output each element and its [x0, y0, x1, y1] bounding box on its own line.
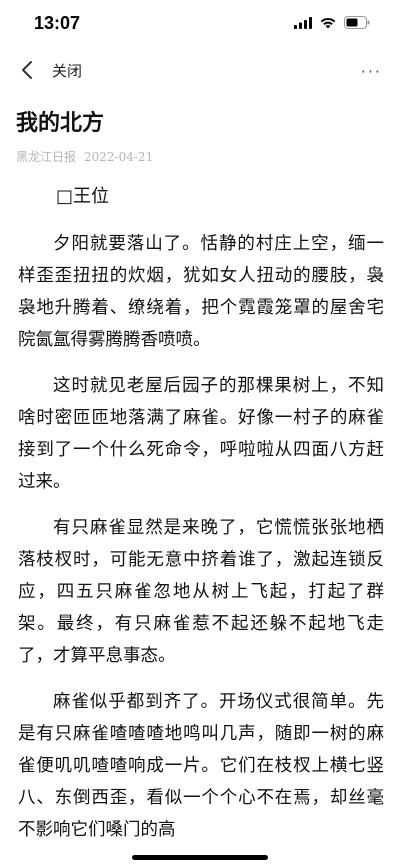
paragraph: 这时就见老屋后园子的那棵果树上，不知啥时密匝匝地落满了麻雀。好像一村子的麻雀接到… [18, 376, 384, 492]
article-date: 2022-04-21 [84, 150, 154, 164]
battery-icon [344, 16, 370, 29]
article-source: 黑龙江日报 [16, 150, 77, 164]
nav-bar: 关闭 ··· [0, 48, 400, 92]
paragraph: 麻雀似乎都到齐了。开场仪式很简单。先是有只麻雀喳喳喳地鸣叫几声，随即一树的麻雀便… [18, 692, 384, 840]
status-time: 13:07 [34, 13, 81, 33]
paragraph: 有只麻雀显然是来晚了，它慌慌张张地栖落枝杈时，可能无意中挤着谁了，激起连锁反应，… [18, 518, 384, 666]
wifi-icon [320, 17, 336, 28]
close-button[interactable]: 关闭 [52, 60, 82, 81]
status-icons [294, 16, 370, 29]
article-author: □王位 [56, 186, 110, 207]
signal-icon [294, 16, 312, 29]
home-indicator[interactable] [132, 855, 268, 860]
article-title: 我的北方 [16, 111, 105, 136]
paragraph: 夕阳就要落山了。恬静的村庄上空，缅一样歪歪扭扭的炊烟，犹如女人扭动的腰肢，袅袅地… [18, 234, 384, 350]
article-body: 夕阳就要落山了。恬静的村庄上空，缅一样歪歪扭扭的炊烟，犹如女人扭动的腰肢，袅袅地… [18, 228, 384, 860]
article-meta: 黑龙江日报 2022-04-21 [16, 148, 161, 165]
status-bar: 13:07 [0, 0, 400, 46]
more-options-icon[interactable]: ··· [361, 62, 382, 81]
chevron-left-icon[interactable] [16, 58, 40, 82]
